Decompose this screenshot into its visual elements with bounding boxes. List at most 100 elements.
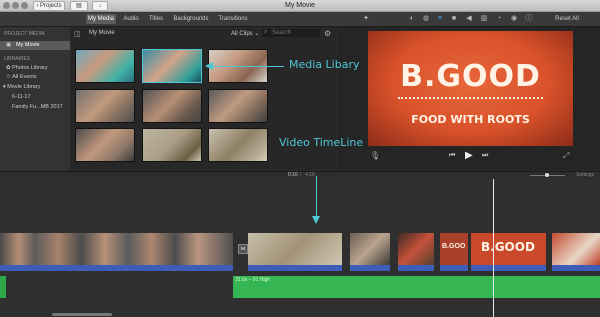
annotation-media-library: Media Libary — [289, 58, 360, 71]
microphone-icon[interactable]: 🎙︎ — [370, 151, 380, 160]
libraries-header: LIBRARIES — [4, 56, 31, 62]
clip-audio-waveform — [350, 265, 390, 271]
browser-title: My Movie — [89, 30, 115, 36]
sidebar-item-label: All Events — [12, 74, 37, 80]
clip-thumbnail[interactable] — [142, 128, 202, 162]
clip-audio-waveform — [440, 265, 468, 271]
skip-forward-icon[interactable]: ⏭ — [482, 152, 488, 160]
stabilization-icon[interactable]: ■ — [450, 15, 458, 23]
project-media-header: PROJECT MEDIA — [4, 31, 45, 37]
timeline-settings-button[interactable]: Settings — [576, 172, 594, 179]
timeline-scrollbar[interactable] — [52, 313, 112, 316]
annotation-arrow-line — [212, 66, 284, 67]
info-icon[interactable]: ⓘ — [525, 15, 533, 23]
title-bar: ‹ Projects ▤ ↓ My Movie — [0, 0, 600, 12]
clip-audio-waveform — [398, 265, 434, 271]
annotation-arrowhead-icon — [205, 62, 213, 70]
library-icon: ▤ — [76, 3, 82, 9]
clip-filter-icon[interactable]: ◉ — [510, 15, 518, 23]
crop-icon[interactable]: ⌗ — [436, 15, 444, 23]
reset-all-button[interactable]: Reset All — [553, 14, 581, 24]
sidebar: PROJECT MEDIA ▣ My Movie LIBRARIES ✿ Pho… — [0, 27, 70, 170]
timecode-current: 0:16 — [288, 172, 298, 178]
sign-title: B.GOOD — [400, 59, 541, 94]
projects-button-label: Projects — [39, 3, 62, 9]
sidebar-item-my-movie[interactable]: ▣ My Movie — [0, 41, 70, 50]
clip-thumbnail[interactable] — [75, 49, 135, 83]
clip-thumbnail[interactable] — [75, 89, 135, 123]
timeline-clip[interactable] — [248, 233, 342, 265]
speed-icon[interactable]: ◔ — [495, 15, 503, 23]
timecode-total: 4:10 — [305, 172, 315, 178]
import-arrow-icon: ↓ — [98, 3, 102, 9]
clip-thumbnail[interactable] — [142, 89, 202, 123]
skip-back-icon[interactable]: ⏮ — [449, 152, 455, 160]
background-music-track[interactable]: 31.6s – 01 High — [233, 276, 600, 298]
play-button[interactable]: ▶ — [465, 150, 473, 161]
sidebar-item-all-events[interactable]: ☆ All Events — [6, 74, 37, 80]
transition-icon[interactable]: ⋈ — [238, 244, 248, 254]
sign-subtitle: FOOD WITH ROOTS — [411, 113, 530, 126]
close-window-button[interactable] — [3, 2, 10, 9]
clip-audio-waveform — [0, 265, 233, 271]
toolbar: My Media Audio Titles Backgrounds Transi… — [0, 12, 600, 27]
clip-sign-text: B.GOO — [442, 243, 466, 250]
zoom-window-button[interactable] — [21, 2, 28, 9]
sidebar-item-label: Movie Library — [7, 84, 41, 90]
timeline-clip[interactable] — [398, 233, 434, 265]
tab-audio[interactable]: Audio — [121, 14, 141, 24]
timeline-clip[interactable] — [350, 233, 390, 265]
viewer: B.GOOD FOOD WITH ROOTS 🎙︎ ⏮ ▶ ⏭ ⤢ — [337, 27, 600, 170]
sidebar-item-label: Photos Library — [12, 65, 48, 71]
sidebar-item-photos-library[interactable]: ✿ Photos Library — [6, 65, 48, 71]
import-button[interactable]: ↓ — [92, 1, 108, 11]
timeline-clip[interactable]: B.GOOD — [471, 233, 546, 265]
settings-gear-icon[interactable]: ⚙ — [324, 29, 331, 38]
film-icon: ▣ — [6, 42, 12, 48]
sidebar-item-label: My Movie — [16, 42, 40, 48]
clip-thumbnail[interactable] — [208, 89, 268, 123]
audio-track-segment[interactable] — [0, 276, 6, 298]
tab-backgrounds[interactable]: Backgrounds — [172, 14, 210, 24]
projects-button[interactable]: ‹ Projects — [33, 1, 65, 11]
timeline-clip[interactable]: B.GOO — [440, 233, 468, 265]
timeline-clip[interactable] — [552, 233, 600, 265]
clip-audio-waveform — [248, 265, 342, 271]
tab-titles[interactable]: Titles — [146, 14, 166, 24]
clip-thumbnail[interactable] — [208, 128, 268, 162]
clip-sign-text: B.GOOD — [481, 240, 535, 254]
clip-filter-dropdown[interactable]: All Clips ⌄ — [231, 30, 259, 37]
viewer-preview: B.GOOD FOOD WITH ROOTS — [368, 31, 573, 146]
volume-icon[interactable]: ◀ — [465, 15, 473, 23]
clip-thumbnail[interactable] — [75, 128, 135, 162]
sidebar-item-event-6-11-17[interactable]: 6-11-17 — [12, 94, 31, 100]
fullscreen-icon[interactable]: ⤢ — [563, 151, 569, 161]
clip-audio-waveform — [552, 265, 600, 271]
annotation-arrow-line — [316, 176, 317, 216]
library-toggle-button[interactable]: ▤ — [70, 1, 88, 11]
clip-thumbnail[interactable] — [142, 49, 202, 83]
chevron-down-icon: ⌄ — [254, 31, 260, 37]
minimize-window-button[interactable] — [12, 2, 19, 9]
annotation-arrowhead-icon — [312, 216, 320, 224]
color-correction-icon[interactable]: ◍ — [422, 15, 430, 23]
window-title: My Movie — [285, 2, 315, 9]
sidebar-item-family-fun[interactable]: Family Fu...MB 2017 — [12, 104, 63, 110]
sign-wave — [398, 97, 543, 105]
annotation-video-timeline: Video TimeLine — [279, 136, 364, 149]
noise-reduction-icon[interactable]: ▥ — [480, 15, 488, 23]
tab-my-media[interactable]: My Media — [86, 14, 116, 24]
tab-transitions[interactable]: Transitions — [216, 14, 250, 24]
search-field[interactable]: ⌕ Search — [262, 29, 320, 37]
audio-track-label: 31.6s – 01 High — [235, 277, 271, 283]
timeline-clip[interactable] — [0, 233, 233, 265]
search-placeholder: Search — [272, 30, 292, 36]
color-balance-icon[interactable]: ◐ — [408, 15, 416, 23]
sidebar-toggle-icon[interactable]: ◫ — [74, 30, 81, 38]
sidebar-item-movie-library[interactable]: ▾ Movie Library — [3, 84, 40, 90]
clip-audio-waveform — [471, 265, 546, 271]
playhead[interactable] — [493, 179, 494, 317]
zoom-slider-knob[interactable] — [545, 173, 549, 177]
timeline: ⋈ B.GOO B.GOOD 31.6s – 01 High — [0, 179, 600, 317]
magic-wand-icon[interactable]: ✦ — [362, 15, 370, 23]
